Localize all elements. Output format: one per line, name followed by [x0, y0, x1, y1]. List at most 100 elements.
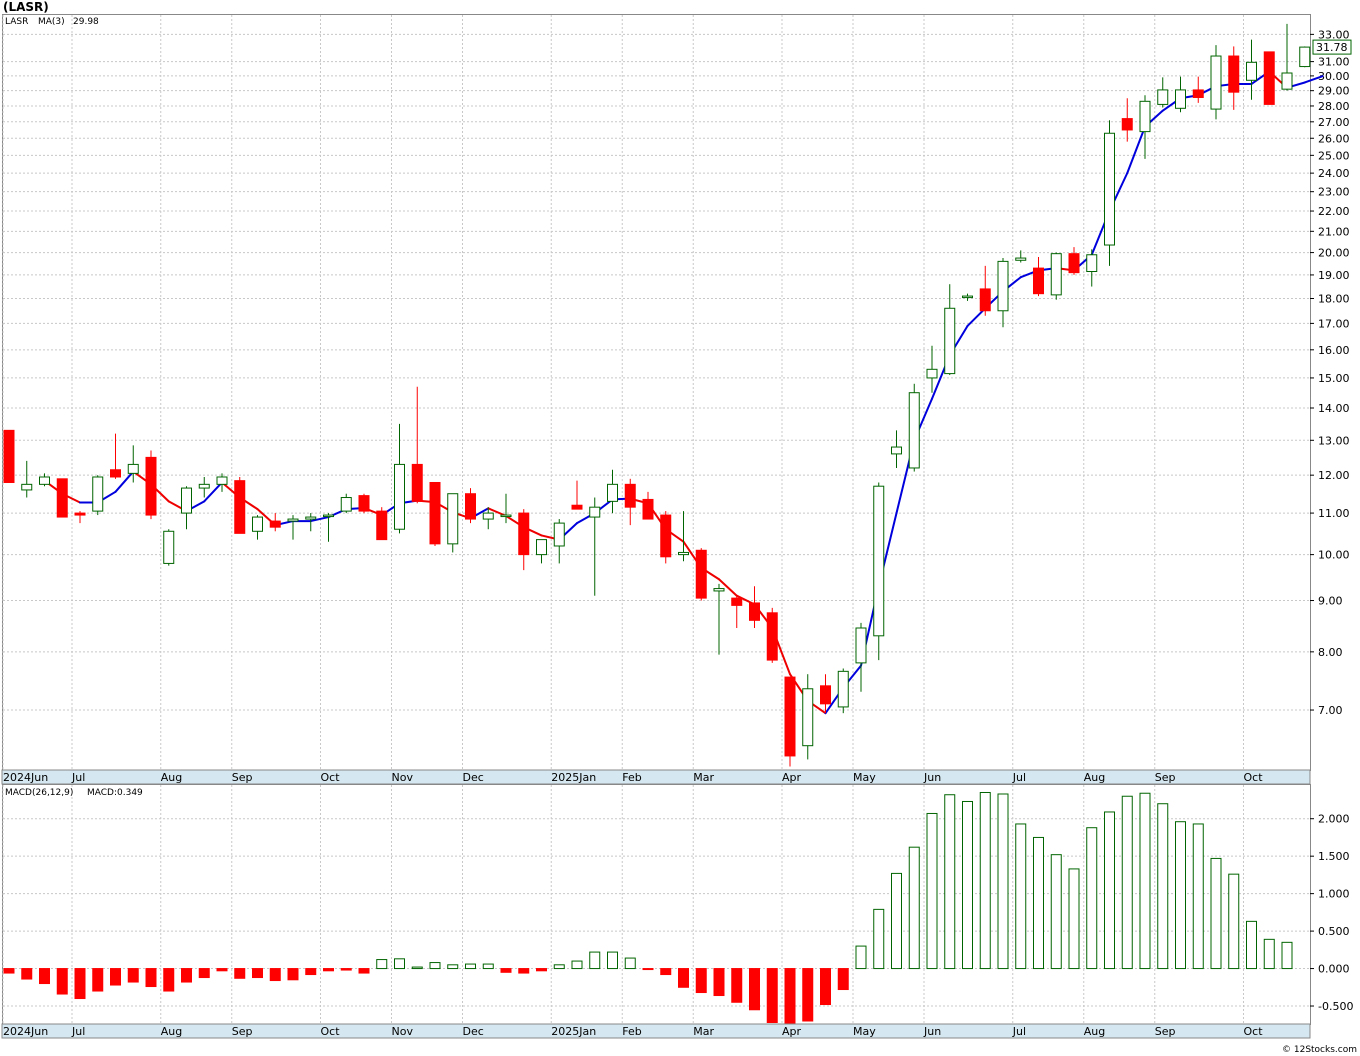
macd-bar: [1157, 803, 1169, 970]
candle-body: [145, 456, 157, 516]
price-tick-label: 21.00: [1318, 225, 1350, 238]
candle-body: [429, 481, 441, 545]
macd-bar: [1121, 795, 1133, 970]
macd-legend-value: MACD:0.349: [87, 788, 143, 798]
x-tick-label: Feb: [622, 771, 641, 784]
macd-bar: [74, 968, 86, 1000]
candle-body: [784, 676, 796, 757]
macd-bar: [944, 794, 956, 970]
macd-bar: [837, 968, 849, 991]
candle-body: [252, 516, 263, 532]
price-tick-label: 7.00: [1318, 704, 1343, 717]
candle-body: [855, 627, 867, 664]
candle-body: [660, 514, 672, 558]
candle-body: [482, 512, 494, 520]
candle-body: [1263, 51, 1275, 105]
candle-body: [269, 520, 281, 528]
candle-body: [1175, 89, 1186, 109]
macd-bar: [305, 968, 317, 976]
price-tick-label: 9.00: [1318, 595, 1343, 608]
macd-legend-params: MACD(26,12,9): [5, 788, 73, 798]
macd-bar: [127, 968, 139, 983]
x-tick-label: May: [853, 1025, 876, 1038]
x-tick-label: Oct: [321, 1025, 341, 1038]
candle-body: [1228, 55, 1240, 93]
macd-bar: [536, 968, 547, 972]
x-tick-label: Jul: [1012, 771, 1026, 784]
price-y-axis: 7.00 8.00 9.00 10.00 11.00 12.00 13.00 14.00 15.…: [1310, 28, 1350, 717]
candle-body: [74, 512, 86, 516]
macd-bar: [997, 793, 1009, 970]
price-tick-label: 20.00: [1318, 247, 1350, 260]
macd-bar: [56, 968, 68, 995]
macd-bar: [92, 968, 104, 992]
price-tick-label: 16.00: [1318, 344, 1350, 357]
macd-bar: [145, 968, 157, 988]
x-tick-label: Nov: [392, 771, 414, 784]
stock-chart: (LASR) 7.00 8.00 9.00 10.00 11.00 12.00 13.00 1…: [1, 0, 1357, 1055]
price-tick-label: 29.00: [1318, 85, 1350, 98]
x-tick-label: Aug: [1084, 1025, 1105, 1038]
candle-body: [500, 514, 512, 518]
x-tick-label: Oct: [1244, 1025, 1264, 1038]
macd-bar: [1246, 920, 1257, 970]
price-tick-label: 22.00: [1318, 205, 1350, 218]
candle-body: [1104, 132, 1115, 246]
macd-tick-label: 0.000: [1318, 963, 1350, 976]
candle-body: [607, 483, 618, 502]
candle-body: [394, 463, 405, 530]
macd-bar: [340, 968, 352, 971]
macd-bar: [198, 968, 210, 979]
candle-body: [1086, 254, 1098, 273]
macd-bar: [1086, 827, 1098, 970]
macd-bar: [642, 968, 654, 971]
candle-body: [589, 506, 601, 518]
x-tick-label: Sep: [1155, 1025, 1176, 1038]
candle-body: [3, 429, 15, 483]
macd-bar: [447, 964, 459, 970]
macd-bar: [411, 966, 423, 970]
candle-body: [1015, 257, 1027, 261]
macd-tick-label: -0.500: [1318, 1000, 1353, 1013]
price-panel: [2, 14, 1311, 771]
macd-bar: [39, 968, 50, 985]
candle-body: [163, 530, 175, 564]
macd-bar: [163, 968, 175, 992]
x-tick-label: 2024Jun: [3, 1025, 48, 1038]
x-tick-label: Mar: [693, 1025, 714, 1038]
candle-body: [323, 514, 334, 518]
x-tick-label: Jun: [923, 1025, 941, 1038]
macd-bar: [1139, 792, 1151, 970]
last-price-badge: 31.78: [1312, 39, 1352, 55]
candle-body: [802, 688, 814, 747]
macd-bar: [1281, 941, 1293, 970]
macd-bar: [855, 945, 867, 970]
x-tick-label: Sep: [232, 1025, 253, 1038]
macd-bar: [269, 968, 281, 982]
candle-body: [1139, 100, 1151, 133]
macd-bar: [766, 968, 778, 1024]
macd-bar: [820, 968, 831, 1006]
macd-bar: [394, 958, 405, 970]
candle-body: [181, 487, 192, 514]
price-tick-label: 33.00: [1318, 28, 1350, 41]
macd-bar: [21, 968, 33, 980]
price-legend-symbol: LASR: [5, 17, 28, 27]
candle-body: [287, 518, 299, 522]
macd-bar: [979, 791, 991, 970]
macd-bar: [1192, 823, 1204, 970]
macd-bar: [216, 968, 228, 972]
macd-bar: [908, 846, 920, 970]
x-tick-label: Aug: [1084, 771, 1105, 784]
candle-body: [1210, 55, 1222, 110]
candle-body: [411, 463, 423, 502]
candle-body: [1050, 253, 1062, 296]
candle-body: [447, 493, 459, 545]
candle-body: [1121, 118, 1133, 131]
price-tick-label: 19.00: [1318, 269, 1350, 282]
macd-bar: [358, 968, 370, 974]
macd-bar: [465, 963, 476, 970]
x-tick-label: 2025Jan: [551, 1025, 596, 1038]
x-tick-label: Dec: [463, 771, 484, 784]
price-tick-label: 18.00: [1318, 292, 1350, 305]
